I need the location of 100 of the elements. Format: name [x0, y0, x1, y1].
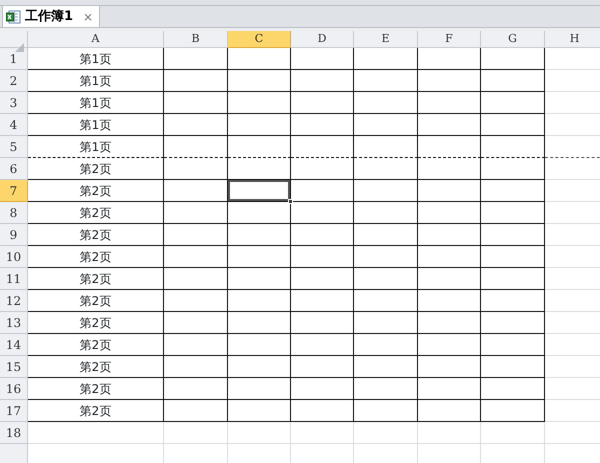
table-cell [228, 246, 291, 268]
selected-cell[interactable] [228, 180, 291, 202]
table-cell [291, 202, 354, 224]
row-header[interactable]: 18 [0, 422, 28, 444]
table-cell [354, 70, 418, 92]
table-cell [481, 202, 545, 224]
column-header[interactable]: G [481, 31, 545, 48]
table-cell [481, 48, 545, 70]
table-cell [481, 158, 545, 180]
row-header[interactable]: 11 [0, 268, 28, 290]
row-header[interactable]: 9 [0, 224, 28, 246]
fill-handle[interactable] [288, 199, 293, 204]
table-cell [418, 312, 481, 334]
table-cell [418, 334, 481, 356]
table-cell: 第1页 [28, 70, 164, 92]
row-header[interactable]: 13 [0, 312, 28, 334]
table-cell [418, 48, 481, 70]
table-cell [291, 356, 354, 378]
table-cell: 第2页 [28, 334, 164, 356]
table-cell [291, 334, 354, 356]
table-cell [164, 92, 228, 114]
table-cell [291, 246, 354, 268]
table-cell [291, 290, 354, 312]
row-header[interactable]: 12 [0, 290, 28, 312]
table-cell [228, 268, 291, 290]
table-cell [418, 158, 481, 180]
table-cell [164, 356, 228, 378]
table-cell [354, 114, 418, 136]
table-cell [354, 48, 418, 70]
table-cell [291, 422, 354, 444]
table-cell [481, 400, 545, 422]
table-cell [228, 48, 291, 70]
table-cell [228, 334, 291, 356]
table-cell [418, 92, 481, 114]
row-header[interactable]: 8 [0, 202, 28, 224]
table-cell [164, 48, 228, 70]
column-header[interactable]: E [354, 31, 418, 48]
table-cell [354, 400, 418, 422]
column-header[interactable]: F [418, 31, 481, 48]
close-button[interactable]: × [83, 8, 94, 26]
table-cell: 第1页 [28, 48, 164, 70]
table-cell: 第2页 [28, 246, 164, 268]
table-cell [354, 422, 418, 444]
table-cell [228, 70, 291, 92]
table-cell [164, 246, 228, 268]
row-header[interactable]: 1 [0, 48, 28, 70]
table-cell [354, 92, 418, 114]
row-header[interactable]: 5 [0, 136, 28, 158]
table-cell [354, 180, 418, 202]
table-cell [354, 202, 418, 224]
table-cell: 第2页 [28, 378, 164, 400]
table-cell [481, 224, 545, 246]
row-header[interactable]: 10 [0, 246, 28, 268]
table-cell [354, 246, 418, 268]
table-cell [481, 290, 545, 312]
table-cell [228, 400, 291, 422]
spreadsheet-icon [6, 10, 21, 24]
table-cell [291, 92, 354, 114]
table-cell [481, 246, 545, 268]
table-cell [481, 114, 545, 136]
table-cell [481, 70, 545, 92]
table-cell [164, 158, 228, 180]
table-cell: 第2页 [28, 202, 164, 224]
table-cell [228, 202, 291, 224]
row-header[interactable]: 6 [0, 158, 28, 180]
row-header[interactable]: 7 [0, 180, 28, 202]
table-cell [481, 356, 545, 378]
workbook-tab[interactable]: 工作簿1 × [2, 5, 100, 27]
row-header[interactable]: 14 [0, 334, 28, 356]
row-header[interactable]: 16 [0, 378, 28, 400]
table-cell [228, 114, 291, 136]
table-cell [418, 114, 481, 136]
table-cell [228, 378, 291, 400]
row-header [0, 444, 28, 463]
column-header[interactable]: H [545, 31, 600, 48]
column-header[interactable]: A [28, 31, 164, 48]
row-header[interactable]: 4 [0, 114, 28, 136]
column-header[interactable]: D [291, 31, 354, 48]
table-cell [164, 422, 228, 444]
table-cell: 第1页 [28, 136, 164, 158]
table-cell [418, 400, 481, 422]
row-header[interactable]: 3 [0, 92, 28, 114]
table-cell: 第2页 [28, 180, 164, 202]
table-cell [354, 356, 418, 378]
column-header[interactable]: C [228, 31, 291, 48]
table-cell [418, 224, 481, 246]
table-cell [164, 114, 228, 136]
column-header[interactable]: B [164, 31, 228, 48]
row-header[interactable]: 15 [0, 356, 28, 378]
table-cell [354, 136, 418, 158]
row-header[interactable]: 2 [0, 70, 28, 92]
table-cell [291, 312, 354, 334]
table-cell [228, 356, 291, 378]
table-cell [418, 356, 481, 378]
table-cell [228, 224, 291, 246]
table-cell [418, 180, 481, 202]
table-cell [481, 180, 545, 202]
row-header[interactable]: 17 [0, 400, 28, 422]
table-cell [164, 290, 228, 312]
table-cell [164, 224, 228, 246]
